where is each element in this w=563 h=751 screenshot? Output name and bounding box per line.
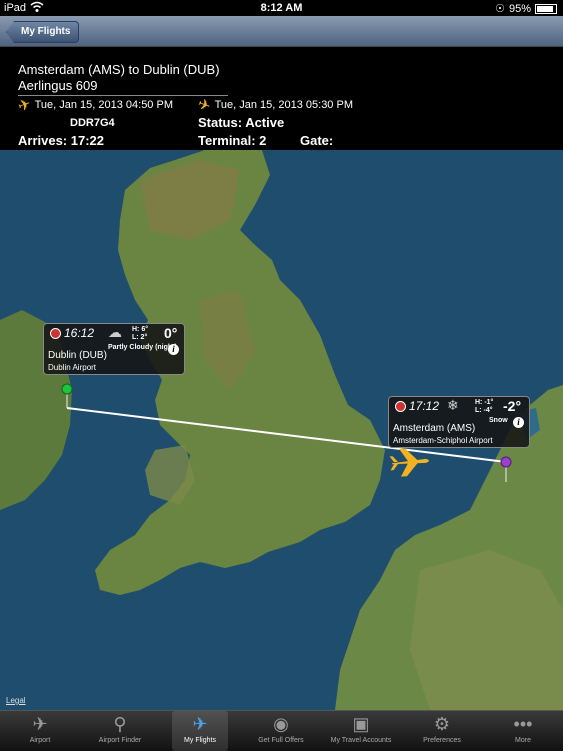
accounts-icon: ▣ <box>352 714 370 734</box>
tab-label: Airport Finder <box>98 737 142 744</box>
dublin-airport-name: Dublin Airport <box>48 363 97 372</box>
snow-icon: ❄ <box>447 397 459 413</box>
tab-my-travel-accounts[interactable]: ▣ My Travel Accounts <box>321 711 401 751</box>
tab-label: More <box>515 737 531 744</box>
departure-time: Tue, Jan 15, 2013 04:50 PM <box>34 99 173 111</box>
clock-icon <box>50 328 61 339</box>
dublin-weather-callout[interactable]: 16:12 ☁ H: 6° L: 2° 0° Partly Cloudy (ni… <box>43 323 185 375</box>
dublin-local-time: 16:12 <box>64 326 95 340</box>
arrives-time: Arrives: 17:22 <box>18 133 104 148</box>
amsterdam-weather-callout[interactable]: 17:12 ❄ H: -1° L: -4° -2° Snow i Amsterd… <box>388 396 530 448</box>
amsterdam-low: L: -4° <box>475 407 493 414</box>
clock-icon <box>395 401 406 412</box>
dublin-low: L: 2° <box>132 334 148 341</box>
clock-time: 8:12 AM <box>260 2 303 14</box>
dublin-city: Dublin (DUB) <box>48 350 107 361</box>
departure-row: ✈ Tue, Jan 15, 2013 04:50 PM <box>15 95 173 116</box>
gate-label: Gate: <box>300 133 334 148</box>
amsterdam-city: Amsterdam (AMS) <box>393 423 476 434</box>
partly-cloudy-icon: ☁ <box>108 324 122 340</box>
arrival-row: ✈ Tue, Jan 15, 2013 05:30 PM <box>195 95 353 116</box>
back-button[interactable]: My Flights <box>6 21 80 43</box>
finder-icon: ⚲ <box>113 714 127 734</box>
tab-preferences[interactable]: ⚙ Preferences <box>402 711 482 751</box>
info-icon[interactable]: i <box>513 417 524 428</box>
my-flights-icon: ✈ <box>192 714 208 734</box>
battery-percent: 95% <box>508 2 531 15</box>
flight-map[interactable]: 16:12 ☁ H: 6° L: 2° 0° Partly Cloudy (ni… <box>0 150 563 710</box>
dublin-temperature: 0° <box>164 325 178 341</box>
airport-icon: ✈ <box>32 714 48 734</box>
tab-label: My Travel Accounts <box>330 737 392 744</box>
confirmation-code: DDR7G4 <box>70 117 115 129</box>
tab-label: Airport <box>29 737 51 744</box>
flight-info-panel: Amsterdam (AMS) to Dublin (DUB) Aerlingu… <box>0 46 563 151</box>
gears-icon: ⚙ <box>433 714 451 734</box>
dublin-condition: Partly Cloudy (night) <box>108 344 177 351</box>
amsterdam-temperature: -2° <box>503 398 522 414</box>
globe-icon: ◉ <box>273 714 289 734</box>
tab-label: Preferences <box>423 737 461 744</box>
tab-my-flights[interactable]: ✈ My Flights <box>172 711 228 751</box>
legal-link[interactable]: Legal <box>6 696 26 705</box>
flight-route-title: Amsterdam (AMS) to Dublin (DUB) <box>18 62 220 77</box>
tab-more[interactable]: ••• More <box>483 711 563 751</box>
more-icon: ••• <box>513 714 533 734</box>
tab-label: My Flights <box>184 737 216 744</box>
amsterdam-pin <box>500 456 512 468</box>
tab-airport-finder[interactable]: ⚲ Airport Finder <box>80 711 160 751</box>
rotation-lock-icon: ☉ <box>495 3 505 15</box>
flight-airline-number: Aerlingus 609 <box>18 78 98 93</box>
amsterdam-airport-name: Amsterdam-Schiphol Airport <box>393 436 493 445</box>
battery-icon <box>535 3 557 14</box>
info-icon[interactable]: i <box>168 344 179 355</box>
amsterdam-condition: Snow <box>489 417 508 424</box>
arrival-time: Tue, Jan 15, 2013 05:30 PM <box>214 99 353 111</box>
tab-bar: ✈ Airport ⚲ Airport Finder ✈ My Flights … <box>0 710 563 751</box>
takeoff-icon: ✈ <box>15 95 34 116</box>
dublin-high: H: 6° <box>132 326 149 333</box>
status-bar: iPad 8:12 AM ☉ 95% <box>0 0 563 16</box>
terminal-label: Terminal: 2 <box>198 133 267 148</box>
amsterdam-high: H: -1° <box>475 399 494 406</box>
landing-icon: ✈ <box>195 95 213 116</box>
dublin-pin <box>61 383 73 395</box>
amsterdam-local-time: 17:12 <box>409 399 440 413</box>
navigation-bar: My Flights <box>0 16 563 47</box>
flight-status: Status: Active <box>198 115 285 130</box>
tab-airport[interactable]: ✈ Airport <box>0 711 80 751</box>
tab-get-full-offers[interactable]: ◉ Get Full Offers <box>241 711 321 751</box>
tab-label: Get Full Offers <box>258 737 304 744</box>
